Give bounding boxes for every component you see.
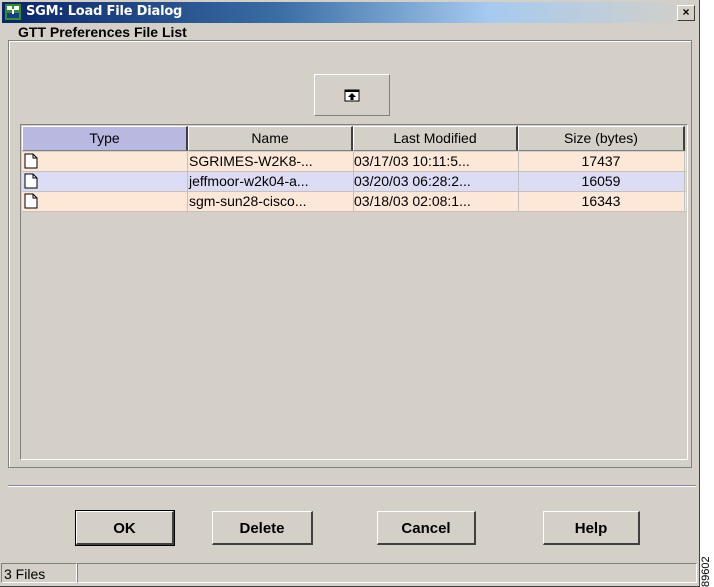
column-header-last-modified[interactable]: Last Modified	[353, 126, 518, 151]
figure-id: 89602	[700, 556, 712, 587]
file-table[interactable]: Type Name Last Modified Size (bytes) SGR…	[20, 124, 688, 460]
table-row[interactable]: SGRIMES-W2K8-... 03/17/03 10:11:5... 174…	[22, 152, 686, 172]
file-icon	[24, 173, 38, 189]
modified-cell: 03/18/03 02:08:1...	[353, 192, 519, 211]
file-count: 3 Files	[1, 563, 77, 583]
size-cell: 16059	[518, 172, 685, 191]
title-bar[interactable]: SGM: Load File Dialog ×	[2, 2, 697, 23]
type-cell	[22, 192, 188, 211]
modified-cell: 03/17/03 10:11:5...	[353, 152, 519, 171]
cancel-button[interactable]: Cancel	[377, 511, 476, 545]
type-cell	[22, 152, 188, 171]
ok-button[interactable]: OK	[75, 510, 175, 546]
table-header: Type Name Last Modified Size (bytes)	[22, 126, 686, 151]
column-header-size[interactable]: Size (bytes)	[518, 126, 685, 151]
help-button[interactable]: Help	[543, 511, 640, 545]
upload-button[interactable]	[314, 74, 390, 116]
status-bar: 3 Files	[1, 563, 698, 584]
column-header-name[interactable]: Name	[188, 126, 353, 151]
upload-icon	[344, 89, 360, 102]
modified-cell: 03/20/03 06:28:2...	[353, 172, 519, 191]
size-cell: 16343	[518, 192, 685, 211]
column-header-type[interactable]: Type	[22, 126, 188, 151]
app-icon	[5, 4, 21, 20]
file-icon	[24, 153, 38, 169]
type-cell	[22, 172, 188, 191]
table-row[interactable]: sgm-sun28-cisco... 03/18/03 02:08:1... 1…	[22, 192, 686, 212]
close-button[interactable]: ×	[677, 5, 695, 21]
name-cell: sgm-sun28-cisco...	[188, 192, 354, 211]
separator	[8, 485, 696, 487]
table-row[interactable]: jeffmoor-w2k04-a... 03/20/03 06:28:2... …	[22, 172, 686, 192]
group-title: GTT Preferences File List	[15, 24, 190, 40]
status-detail	[77, 563, 697, 583]
name-cell: jeffmoor-w2k04-a...	[188, 172, 354, 191]
load-file-dialog: SGM: Load File Dialog × GTT Preferences …	[0, 0, 700, 587]
delete-button[interactable]: Delete	[212, 511, 313, 545]
file-icon	[24, 193, 38, 209]
size-cell: 17437	[518, 152, 685, 171]
name-cell: SGRIMES-W2K8-...	[188, 152, 354, 171]
window-title: SGM: Load File Dialog	[26, 4, 183, 19]
close-icon: ×	[682, 5, 690, 19]
